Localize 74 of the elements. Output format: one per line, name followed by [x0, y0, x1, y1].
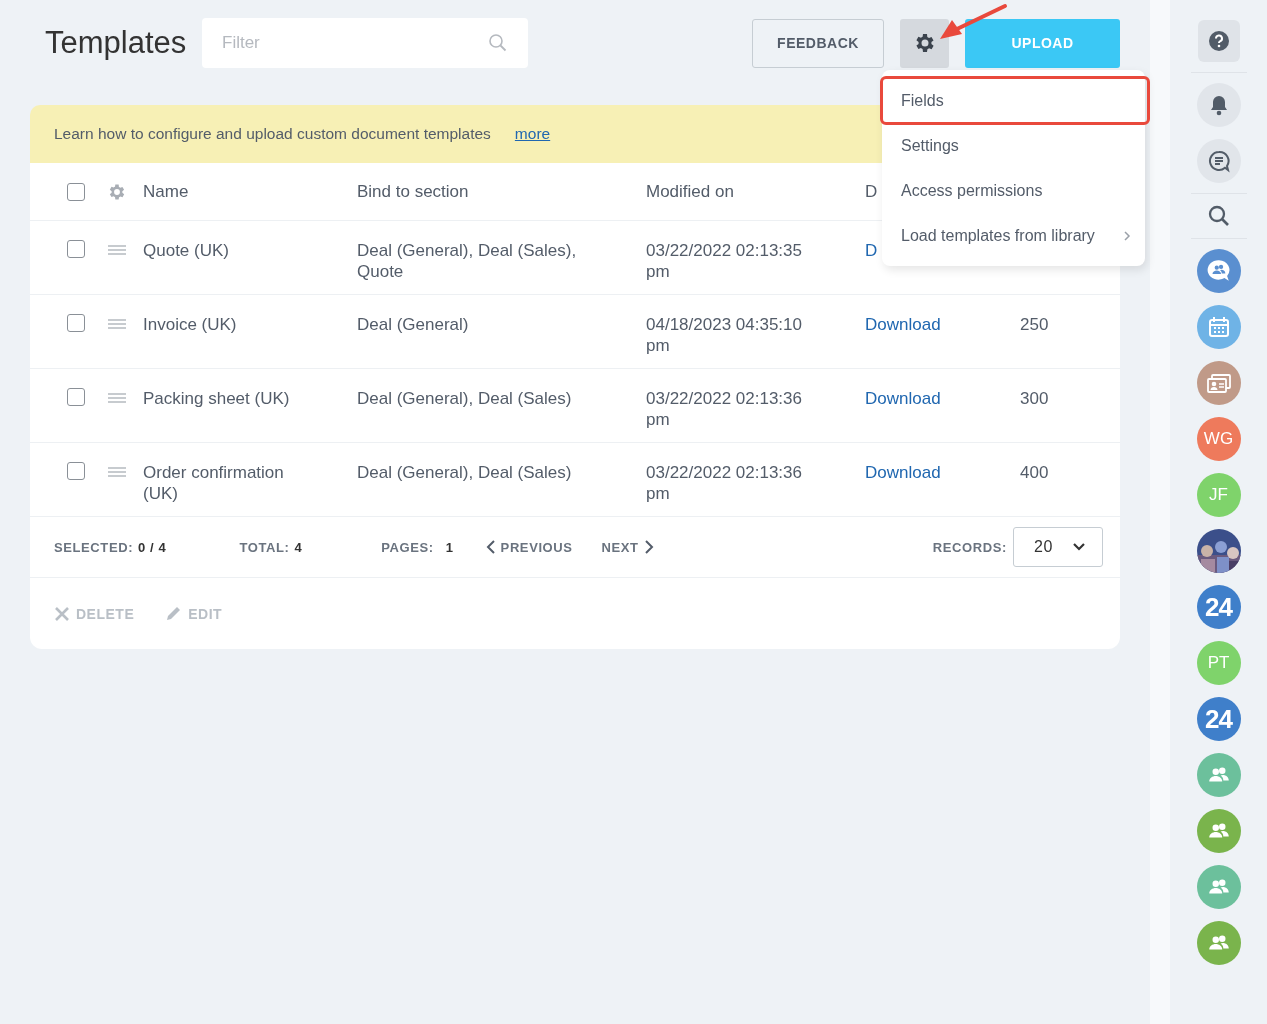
- next-button[interactable]: NEXT: [601, 539, 654, 555]
- settings-button[interactable]: [900, 18, 949, 68]
- contacts-avatar[interactable]: [1196, 361, 1241, 405]
- table-cell: Deal (General): [357, 315, 469, 334]
- more-link[interactable]: more: [514, 125, 551, 143]
- bell-icon: [1208, 94, 1229, 116]
- total-count: 4: [294, 539, 303, 555]
- group-avatar[interactable]: [1196, 865, 1241, 909]
- feedback-button[interactable]: FEEDBACK: [752, 18, 884, 68]
- table-cell: Deal (General), Deal (Sales): [357, 389, 572, 408]
- cross-icon: [54, 605, 70, 622]
- chat-button[interactable]: [1196, 139, 1241, 183]
- column-header: Name: [143, 182, 189, 201]
- group-avatar[interactable]: [1196, 809, 1241, 853]
- template-name: Quote (UK): [143, 240, 230, 261]
- total-label: TOTAL:: [239, 539, 290, 555]
- user-avatar[interactable]: WG: [1196, 417, 1241, 461]
- table-cell: 03/22/2022 02:13:36 pm: [646, 389, 802, 429]
- table-cell: 400: [1020, 463, 1049, 482]
- page-number: 1: [445, 539, 454, 555]
- download-link[interactable]: D: [865, 241, 878, 260]
- pencil-icon: [164, 604, 183, 623]
- search-icon: [488, 33, 508, 53]
- chat-icon: [1206, 149, 1231, 173]
- notifications-button[interactable]: [1196, 83, 1241, 127]
- template-name: Packing sheet (UK): [143, 388, 291, 409]
- table-cell: Deal (General), Deal (Sales), Quote: [357, 241, 577, 281]
- table-cell: 250: [1020, 315, 1049, 334]
- download-link[interactable]: Download: [865, 463, 941, 482]
- previous-button[interactable]: PREVIOUS: [485, 539, 573, 555]
- menu-item[interactable]: Access permissions: [882, 168, 1145, 213]
- menu-item[interactable]: Load templates from library: [882, 213, 1145, 258]
- template-name: Order confirmation (UK): [143, 462, 285, 504]
- banner-text: Learn how to configure and upload custom document templates: [54, 125, 491, 143]
- row-checkbox[interactable]: [67, 240, 85, 258]
- table-cell: 300: [1020, 389, 1049, 408]
- row-checkbox[interactable]: [67, 462, 85, 480]
- chat-avatar[interactable]: 24: [1196, 697, 1241, 741]
- filter-field[interactable]: Filter: [202, 18, 528, 68]
- chevron-right-icon: [643, 540, 654, 554]
- group-avatar[interactable]: [1196, 753, 1241, 797]
- calendar-avatar[interactable]: [1196, 305, 1241, 349]
- table-cell: 03/22/2022 02:13:36 pm: [646, 463, 802, 503]
- selected-label: SELECTED:: [54, 539, 134, 555]
- table-cell: Deal (General), Deal (Sales): [357, 463, 572, 482]
- selected-count: 0 / 4: [138, 539, 167, 555]
- page-title: Templates: [45, 25, 188, 61]
- select-all-checkbox[interactable]: [67, 182, 85, 201]
- menu-item[interactable]: Fields: [882, 78, 1148, 123]
- column-header: Modified on: [646, 182, 734, 201]
- chevron-left-icon: [485, 540, 496, 554]
- menu-item[interactable]: Settings: [882, 123, 1145, 168]
- help-button[interactable]: [1197, 20, 1240, 62]
- contact-card-icon: [1205, 372, 1232, 394]
- chevron-down-icon: [1072, 542, 1086, 552]
- group-chat-avatar[interactable]: [1196, 249, 1241, 293]
- column-header: Bind to section: [357, 182, 469, 201]
- chevron-right-icon: [1123, 229, 1131, 242]
- column-header: D: [865, 182, 878, 201]
- group-avatar[interactable]: [1196, 921, 1241, 965]
- pages-label: PAGES:: [381, 539, 434, 555]
- row-checkbox[interactable]: [67, 314, 85, 332]
- chat-avatar[interactable]: 24: [1196, 585, 1241, 629]
- table-cell: 04/18/2023 04:35:10 pm: [646, 315, 802, 355]
- calendar-icon: [1206, 315, 1231, 339]
- search-icon[interactable]: [1206, 204, 1231, 228]
- download-link[interactable]: Download: [865, 389, 941, 408]
- table-cell: 03/22/2022 02:13:35 pm: [646, 241, 802, 281]
- template-name: Invoice (UK): [143, 314, 238, 335]
- records-dropdown[interactable]: 20: [1013, 527, 1103, 567]
- download-link[interactable]: Download: [865, 315, 941, 334]
- row-checkbox[interactable]: [67, 388, 85, 406]
- records-label: RECORDS:: [932, 539, 1007, 555]
- help-icon: [1207, 30, 1230, 52]
